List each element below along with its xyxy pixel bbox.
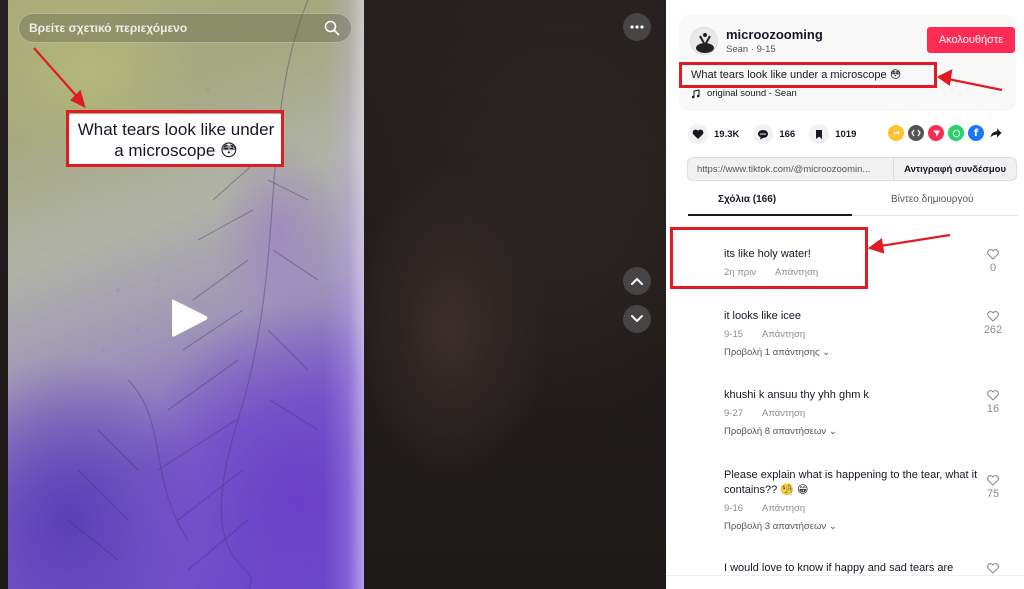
heart-outline-icon (987, 249, 999, 260)
chevron-down-icon: ⌄ (828, 426, 837, 437)
search-placeholder: Βρείτε σχετικό περιεχόμενο (29, 21, 188, 35)
comment-like-count: 262 (983, 324, 1003, 336)
embed-icon[interactable] (908, 125, 924, 141)
music-note-icon (691, 88, 700, 98)
bookmark-icon (809, 124, 830, 144)
comment-stat[interactable]: 166 (753, 124, 795, 144)
active-tab-indicator (688, 214, 852, 216)
chevron-down-icon (631, 315, 643, 322)
comment-time: 9-15 (724, 329, 744, 340)
share-icons-row: f (888, 125, 1004, 141)
chevron-down-icon: ⌄ (822, 347, 831, 358)
previous-video-button[interactable] (623, 267, 651, 295)
reply-button[interactable]: Απάντηση (762, 408, 805, 419)
comment-item: it looks like icee 9-15 Απάντηση Προβολή… (724, 309, 1014, 358)
save-stat[interactable]: 1019 (809, 124, 856, 144)
comment-item: khushi k ansuu thy yhh ghm k 9-27 Απάντη… (724, 388, 1014, 437)
comment-like[interactable]: 75 (980, 475, 1006, 500)
related-content-search[interactable]: Βρείτε σχετικό περιεχόμενο (18, 13, 352, 43)
next-video-button[interactable] (623, 305, 651, 333)
view-replies-button[interactable]: Προβολή 1 απάντησης ⌄ (724, 347, 1014, 358)
comment-meta: 9-15 Απάντηση (724, 329, 1014, 340)
avatar-image (696, 33, 714, 53)
follow-button[interactable]: Ακολουθήστε (927, 27, 1015, 53)
sound-name: original sound - Sean (707, 88, 797, 99)
heart-outline-icon (987, 390, 999, 401)
details-panel: microozooming Sean · 9-15 Ακολουθήστε Wh… (666, 0, 1024, 589)
view-replies-button[interactable]: Προβολή 3 απαντήσεων ⌄ (724, 521, 1014, 532)
chevron-down-icon: ⌄ (828, 521, 837, 532)
annotation-box-comment (670, 227, 868, 289)
comment-item: Please explain what is happening to the … (724, 468, 1014, 532)
comment-like-count: 75 (986, 488, 1000, 500)
search-icon[interactable] (323, 19, 341, 37)
comment-time: 9-27 (724, 408, 744, 419)
share-link-url[interactable]: https://www.tiktok.com/@microozoomin... (688, 164, 893, 175)
view-replies-label: Προβολή 3 απαντήσεων (724, 521, 827, 532)
whatsapp-icon[interactable] (948, 125, 964, 141)
like-stat[interactable]: 19.3K (688, 124, 739, 144)
comment-text: khushi k ansuu thy yhh ghm k (724, 389, 869, 401)
comment-like[interactable] (980, 563, 1006, 574)
comment-bubble-icon (753, 124, 774, 144)
share-link-row: https://www.tiktok.com/@microozoomin... … (687, 157, 1017, 181)
facebook-icon[interactable]: f (968, 125, 984, 141)
comment-meta: 9-27 Απάντηση (724, 408, 1014, 419)
comment-meta: 9-16 Απάντηση (724, 503, 1014, 514)
play-icon[interactable] (168, 296, 210, 340)
video-player[interactable]: Βρείτε σχετικό περιεχόμενο What tears lo… (0, 0, 666, 589)
panel-bottom-divider (666, 575, 1024, 576)
more-dots-icon (630, 25, 644, 29)
like-count: 19.3K (714, 128, 740, 140)
comment-like-count: 0 (989, 262, 997, 274)
engagement-stats: 19.3K 166 1019 (688, 124, 856, 144)
chevron-up-icon (631, 278, 643, 285)
repost-icon[interactable] (888, 125, 904, 141)
save-count: 1019 (835, 128, 857, 140)
comment-like[interactable]: 0 (980, 249, 1006, 274)
annotation-box-caption (66, 110, 284, 167)
author-display-name: Sean (726, 44, 749, 55)
heart-outline-icon (987, 563, 999, 574)
heart-outline-icon (987, 311, 999, 322)
copy-link-button[interactable]: Αντιγραφή συνδέσμου (893, 158, 1016, 180)
video-frame[interactable] (8, 0, 364, 589)
crystal-pattern (67, 0, 319, 589)
comment-time: 9-16 (724, 503, 744, 514)
comment-like[interactable]: 16 (980, 390, 1006, 415)
comment-like[interactable]: 262 (980, 311, 1006, 336)
annotation-box-description (679, 62, 937, 88)
more-options-button[interactable] (623, 13, 651, 41)
comment-text: I would love to know if happy and sad te… (724, 562, 954, 574)
petri-dish-edge (324, 0, 364, 589)
comment-text: Please explain what is happening to the … (724, 469, 978, 496)
heart-outline-icon (987, 475, 999, 486)
reply-button[interactable]: Απάντηση (762, 503, 805, 514)
comment-text: it looks like icee (724, 310, 802, 322)
tab-creator-videos[interactable]: Βίντεο δημιουργού (891, 194, 974, 205)
author-username[interactable]: microozooming (726, 27, 823, 42)
reply-button[interactable]: Απάντηση (762, 329, 805, 340)
view-replies-label: Προβολή 1 απάντησης (724, 347, 820, 358)
panel-tabs: Σχόλια (166) Βίντεο δημιουργού (688, 190, 1018, 216)
view-replies-button[interactable]: Προβολή 8 απαντήσεων ⌄ (724, 426, 1014, 437)
author-subline: Sean · 9-15 (726, 44, 776, 55)
post-date: 9-15 (756, 44, 776, 55)
view-replies-label: Προβολή 8 απαντήσεων (724, 426, 827, 437)
avatar[interactable] (690, 27, 718, 55)
comment-count: 166 (779, 128, 796, 140)
send-icon[interactable] (928, 125, 944, 141)
comment-item: I would love to know if happy and sad te… (724, 561, 1014, 576)
sound-link[interactable]: original sound - Sean (691, 88, 797, 99)
share-arrow-icon[interactable] (988, 125, 1004, 141)
heart-icon (688, 124, 708, 144)
tab-comments[interactable]: Σχόλια (166) (718, 194, 776, 205)
comment-like-count: 16 (986, 403, 1000, 415)
